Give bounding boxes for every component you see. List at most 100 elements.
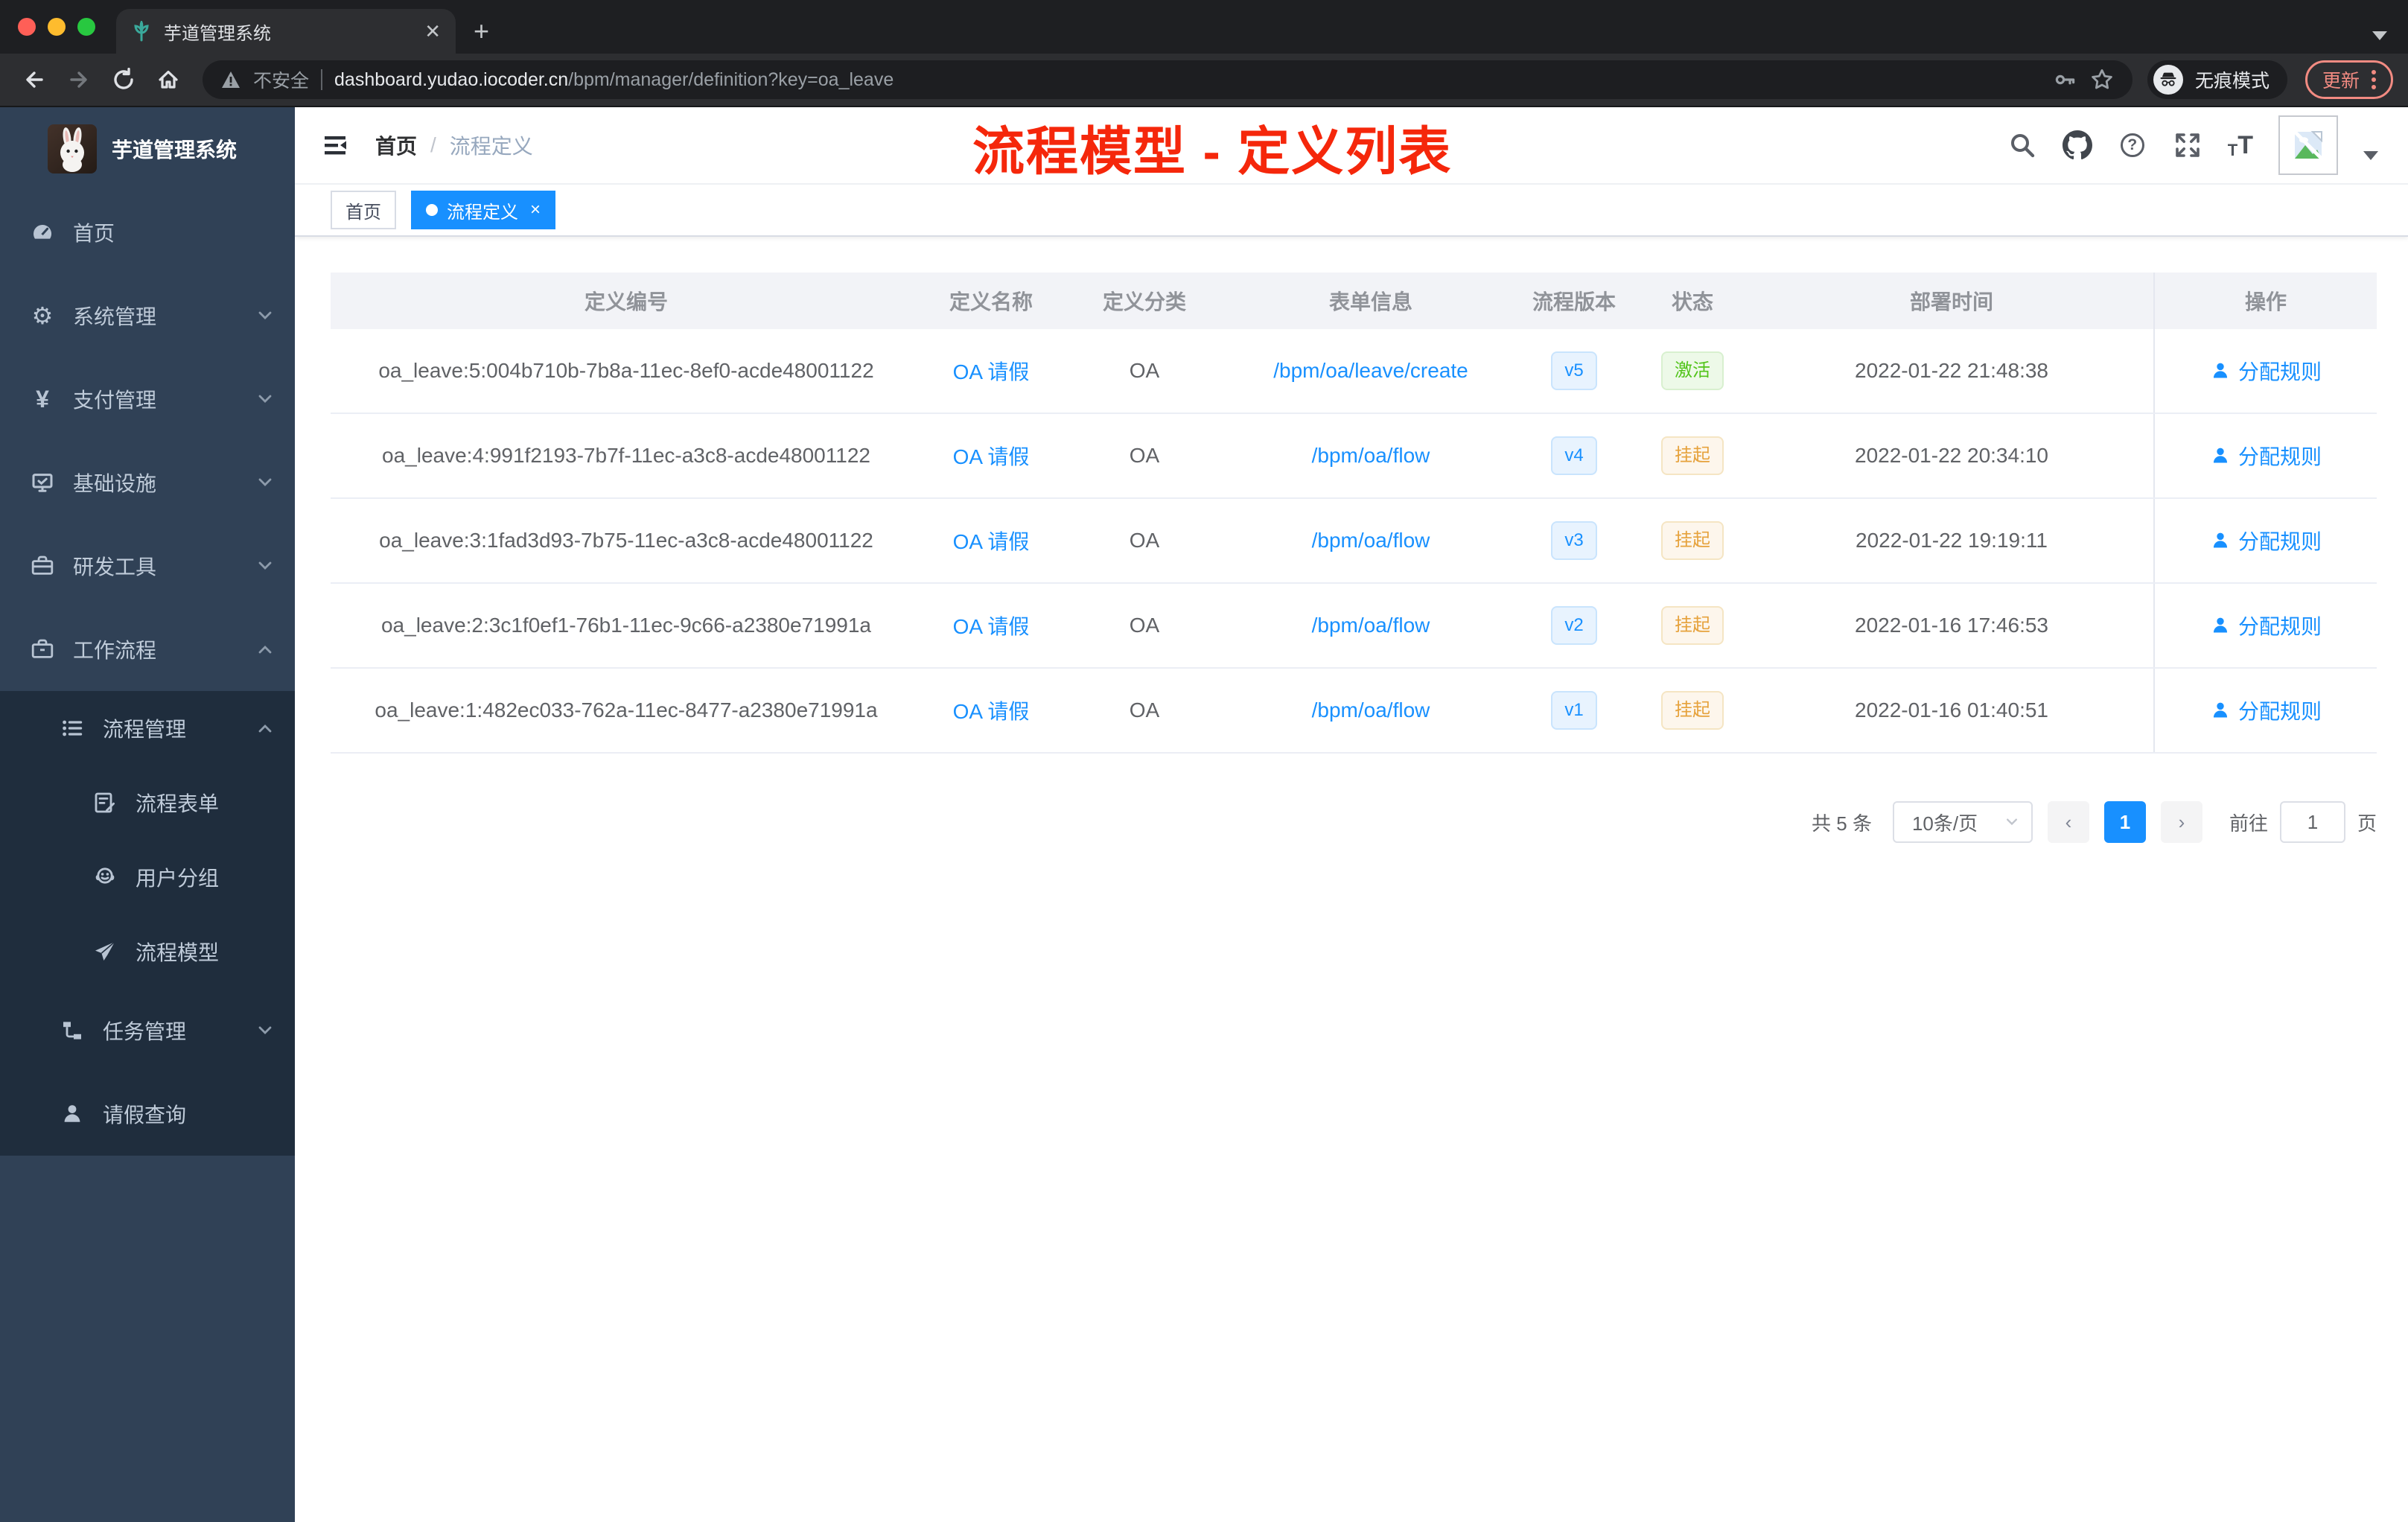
assign-rule-link[interactable]: 分配规则	[2238, 526, 2322, 555]
sidebar-item-payment[interactable]: ¥ 支付管理	[0, 357, 295, 441]
url-bar[interactable]: 不安全 dashboard.yudao.iocoder.cn/bpm/manag…	[203, 60, 2133, 99]
navbar-actions: ? TT	[2007, 115, 2378, 175]
sidebar-item-system[interactable]: ⚙ 系统管理	[0, 274, 295, 357]
breadcrumb-home[interactable]: 首页	[375, 130, 417, 160]
assign-user-icon	[2213, 448, 2228, 463]
assign-rule-link[interactable]: 分配规则	[2238, 611, 2322, 640]
page-size-value: 10条/页	[1911, 812, 1978, 835]
version-badge: v3	[1551, 521, 1597, 560]
font-size-icon[interactable]: TT	[2228, 131, 2253, 160]
col-header: 部署时间	[1909, 290, 1993, 313]
sidebar-item-label: 支付管理	[73, 389, 157, 412]
sidebar-item-infra[interactable]: 基础设施	[0, 441, 295, 524]
sidebar-item-devtools[interactable]: 研发工具	[0, 524, 295, 608]
tab-title: 芋道管理系统	[164, 23, 271, 44]
chevron-down-icon	[256, 1022, 274, 1039]
forward-button[interactable]	[60, 60, 98, 99]
url-path: /bpm/manager/definition?key=oa_leave	[568, 69, 894, 90]
definition-name-link[interactable]: OA 请假	[922, 695, 1060, 725]
assign-user-icon	[2213, 532, 2228, 548]
page-annotation: 流程模型 - 定义列表	[972, 122, 1453, 181]
reload-button[interactable]	[104, 60, 143, 99]
assign-rule-link[interactable]: 分配规则	[2238, 695, 2322, 725]
fullscreen-icon[interactable]	[2173, 130, 2202, 160]
sidebar-item-task-mgmt[interactable]: 任务管理	[0, 989, 295, 1072]
app-navbar: 首页 / 流程定义 流程模型 - 定义列表 ? TT	[295, 107, 2408, 185]
macos-traffic-lights	[0, 0, 116, 54]
form-link[interactable]: /bpm/oa/flow	[1229, 444, 1513, 468]
github-icon[interactable]	[2062, 130, 2092, 160]
sidebar-item-label: 基础设施	[73, 472, 157, 495]
form-link[interactable]: /bpm/oa/leave/create	[1229, 359, 1513, 383]
people-icon	[92, 865, 118, 889]
chevron-up-icon	[256, 640, 274, 658]
sidebar-item-process-model[interactable]: 流程模型	[0, 914, 295, 989]
browser-toolbar: 不安全 dashboard.yudao.iocoder.cn/bpm/manag…	[0, 54, 2408, 107]
definition-category: OA	[1129, 614, 1160, 637]
sidebar-item-process-form[interactable]: 流程表单	[0, 765, 295, 840]
page-1-button[interactable]: 1	[2103, 801, 2146, 843]
search-icon[interactable]	[2007, 130, 2037, 160]
assign-rule-link[interactable]: 分配规则	[2238, 441, 2322, 471]
tab-close-icon[interactable]: ✕	[424, 22, 441, 41]
sidebar-logo[interactable]: 芋道管理系统	[0, 107, 295, 191]
form-link[interactable]: /bpm/oa/flow	[1229, 529, 1513, 553]
tag-close-icon[interactable]: ×	[530, 200, 541, 220]
definition-name-link[interactable]: OA 请假	[922, 526, 1060, 555]
version-badge: v4	[1551, 436, 1597, 475]
password-key-icon[interactable]	[2052, 67, 2077, 92]
chevron-down-icon	[256, 557, 274, 575]
sidebar-item-label: 流程表单	[136, 792, 220, 815]
definition-id: oa_leave:2:3c1f0ef1-76b1-11ec-9c66-a2380…	[380, 614, 871, 637]
sidebar-item-home[interactable]: 首页	[0, 191, 295, 274]
zoom-window-button[interactable]	[77, 18, 95, 36]
definition-name-link[interactable]: OA 请假	[922, 356, 1060, 386]
definition-name-link[interactable]: OA 请假	[922, 441, 1060, 471]
sidebar-item-user-group[interactable]: 用户分组	[0, 840, 295, 914]
browser-update-button[interactable]: 更新	[2305, 60, 2393, 99]
tag-process-definition[interactable]: 流程定义 ×	[411, 191, 556, 229]
sidebar-item-label: 请假查询	[103, 1104, 187, 1127]
chevron-down-icon	[256, 307, 274, 325]
help-icon[interactable]: ?	[2118, 130, 2147, 160]
definition-id: oa_leave:5:004b710b-7b8a-11ec-8ef0-acde4…	[378, 359, 874, 382]
hamburger-icon[interactable]	[322, 130, 351, 160]
form-link[interactable]: /bpm/oa/flow	[1229, 698, 1513, 722]
yen-icon: ¥	[36, 385, 49, 413]
sidebar-item-workflow[interactable]: 工作流程	[0, 608, 295, 691]
col-header: 操作	[2153, 273, 2377, 329]
table-row: oa_leave:2:3c1f0ef1-76b1-11ec-9c66-a2380…	[331, 584, 2377, 669]
definition-category: OA	[1129, 444, 1160, 467]
goto-page-input[interactable]	[2279, 801, 2345, 843]
sidebar: 芋道管理系统 首页 ⚙ 系统管理 ¥ 支付管理 基础设施 研发工具 工作流程 流…	[0, 107, 295, 1522]
definition-id: oa_leave:3:1fad3d93-7b75-11ec-a3c8-acde4…	[379, 529, 873, 552]
next-page-button[interactable]: ›	[2160, 801, 2202, 843]
new-tab-button[interactable]: +	[474, 18, 489, 45]
browser-menu-icon[interactable]	[2372, 70, 2376, 89]
home-button[interactable]	[149, 60, 188, 99]
deploy-time: 2022-01-22 21:48:38	[1855, 359, 2048, 382]
bookmark-star-icon[interactable]	[2089, 67, 2115, 92]
tab-search-chevron-icon[interactable]	[2372, 31, 2387, 40]
minimize-window-button[interactable]	[48, 18, 66, 36]
tag-home[interactable]: 首页	[331, 191, 396, 229]
sidebar-item-process-mgmt[interactable]: 流程管理	[0, 691, 295, 765]
omnibox-divider	[321, 69, 323, 90]
col-header: 流程版本	[1532, 290, 1616, 313]
prev-page-button[interactable]: ‹	[2047, 801, 2089, 843]
browser-tab[interactable]: 芋道管理系统 ✕	[116, 9, 456, 54]
sidebar-submenu-workflow: 流程管理 流程表单 用户分组 流程模型 任务管理 请假查询	[0, 691, 295, 1156]
form-link[interactable]: /bpm/oa/flow	[1229, 614, 1513, 637]
breadcrumb-separator: /	[430, 133, 436, 156]
page-size-select[interactable]: 10条/页	[1892, 801, 2033, 843]
security-label[interactable]: 不安全	[253, 66, 309, 93]
url-text[interactable]: dashboard.yudao.iocoder.cn/bpm/manager/d…	[334, 69, 2040, 91]
assign-rule-link[interactable]: 分配规则	[2238, 356, 2322, 386]
avatar-caret-icon[interactable]	[2363, 151, 2378, 160]
definition-name-link[interactable]: OA 请假	[922, 611, 1060, 640]
assign-user-icon	[2213, 702, 2228, 718]
sidebar-item-leave-query[interactable]: 请假查询	[0, 1072, 295, 1156]
back-button[interactable]	[15, 60, 54, 99]
close-window-button[interactable]	[18, 18, 36, 36]
avatar[interactable]	[2278, 115, 2338, 175]
